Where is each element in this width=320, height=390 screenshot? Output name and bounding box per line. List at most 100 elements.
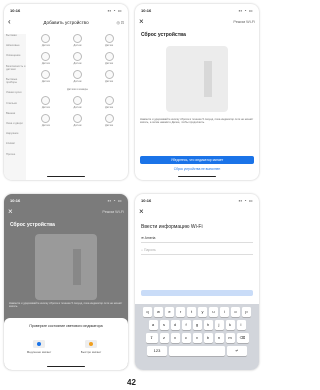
- home-indicator: [47, 365, 85, 367]
- device-label: Датчик: [105, 80, 114, 83]
- device-tile[interactable]: Датчик: [97, 114, 121, 127]
- mode-link[interactable]: Режим Wi-Fi: [233, 20, 255, 24]
- key[interactable]: s: [159, 320, 169, 330]
- reset-failed-link[interactable]: Сброс устройства не выполнен: [135, 167, 259, 171]
- next-button[interactable]: [141, 290, 253, 296]
- device-tile[interactable]: Датчик: [65, 52, 89, 65]
- close-icon[interactable]: ×: [8, 208, 13, 216]
- sidebar-item[interactable]: Прочее: [6, 153, 26, 156]
- status-bar: 10:16 ▪▪ ◔ ▭: [141, 197, 253, 205]
- sidebar-item[interactable]: Освещение: [6, 54, 26, 57]
- top-bar: ×: [139, 208, 255, 218]
- key[interactable]: y: [198, 307, 207, 317]
- numbers-key[interactable]: 123: [147, 346, 167, 356]
- device-label: Датчик: [105, 106, 114, 109]
- sidebar-item[interactable]: Климат: [6, 142, 26, 145]
- screen-reset-device: 10:16 ▪▪ ◔ ▭ × Режим Wi-Fi Сброс устройс…: [135, 4, 259, 180]
- key[interactable]: q: [143, 307, 152, 317]
- key[interactable]: i: [220, 307, 229, 317]
- option-fast-blink[interactable]: Быстро мигает: [76, 340, 106, 354]
- device-icon: [41, 52, 51, 61]
- signal-icon: ▪▪ ◔ ▭: [107, 8, 122, 13]
- page-title: Ввести информацию Wi-Fi: [141, 224, 203, 230]
- sidebar-item[interactable]: Спальня: [6, 102, 26, 105]
- key[interactable]: a: [148, 320, 158, 330]
- sidebar-item[interactable]: Шлюзовые: [6, 44, 26, 47]
- key[interactable]: x: [170, 333, 180, 343]
- screen-reset-sheet: 10:16 ▪▪ ◔ ▭ × Режим Wi-Fi Сброс устройс…: [4, 194, 128, 370]
- device-label: Датчик: [105, 44, 114, 47]
- device-tile[interactable]: Датчик: [34, 70, 58, 83]
- key[interactable]: k: [225, 320, 235, 330]
- key[interactable]: g: [192, 320, 202, 330]
- key[interactable]: e: [165, 307, 174, 317]
- sidebar-item[interactable]: Бытовые приборы: [6, 78, 26, 84]
- key[interactable]: f: [181, 320, 191, 330]
- key[interactable]: h: [203, 320, 213, 330]
- sidebar-item[interactable]: Ванная: [6, 112, 26, 115]
- key[interactable]: j: [214, 320, 224, 330]
- key[interactable]: o: [231, 307, 240, 317]
- key[interactable]: u: [209, 307, 218, 317]
- confirm-button[interactable]: Убедитесь, что индикатор мигает: [140, 156, 254, 164]
- device-tile[interactable]: Датчик: [97, 52, 121, 65]
- device-tile[interactable]: Датчик: [34, 114, 58, 127]
- key[interactable]: v: [192, 333, 202, 343]
- device-icon: [104, 52, 114, 61]
- device-icon: [104, 34, 114, 43]
- wifi-password-field[interactable]: ⌂ Пароль: [141, 246, 253, 255]
- router-illustration: [35, 234, 97, 300]
- key[interactable]: z: [159, 333, 169, 343]
- device-tile[interactable]: Датчик: [65, 34, 89, 47]
- device-tile[interactable]: Датчик: [97, 34, 121, 47]
- status-bar: 10:16 ▪▪ ◔ ▭: [10, 7, 122, 15]
- grid-row: Датчик Датчик Датчик: [30, 34, 125, 47]
- sheet-title: Проверьте состояние светового индикатора: [29, 324, 103, 328]
- scan-icon[interactable]: ◎ ⊡: [116, 20, 124, 25]
- key[interactable]: l: [236, 320, 246, 330]
- device-tile[interactable]: Датчик: [97, 70, 121, 83]
- space-key[interactable]: [169, 346, 225, 356]
- device-tile[interactable]: Датчик: [97, 96, 121, 109]
- key[interactable]: d: [170, 320, 180, 330]
- device-tile[interactable]: Датчик: [65, 70, 89, 83]
- device-tile[interactable]: Датчик: [34, 96, 58, 109]
- close-icon[interactable]: ×: [139, 208, 144, 216]
- sidebar-item[interactable]: Бытовая: [6, 34, 26, 37]
- key[interactable]: r: [176, 307, 185, 317]
- wifi-icon: ≋: [141, 236, 144, 240]
- status-bar: 10:16 ▪▪ ◔ ▭: [141, 7, 253, 15]
- device-icon: [41, 114, 51, 123]
- key[interactable]: m: [225, 333, 235, 343]
- sidebar-item[interactable]: Безопасность и датчики: [6, 65, 26, 71]
- device-tile[interactable]: Датчик: [65, 114, 89, 127]
- key[interactable]: w: [154, 307, 163, 317]
- return-key[interactable]: ↵: [227, 346, 247, 356]
- keyboard-row: a s d f g h j k l: [135, 320, 259, 330]
- sidebar-item[interactable]: Окна и двери: [6, 122, 26, 125]
- shift-key[interactable]: ⇧: [145, 333, 158, 343]
- close-icon[interactable]: ×: [139, 18, 144, 26]
- home-indicator: [47, 175, 85, 177]
- device-icon: [41, 96, 51, 105]
- key[interactable]: n: [214, 333, 224, 343]
- mode-link[interactable]: Режим Wi-Fi: [102, 210, 124, 214]
- fast-blink-icon: [85, 340, 97, 348]
- grid-row: Датчик Датчик Датчик: [30, 70, 125, 83]
- page-number: 42: [127, 378, 136, 387]
- key[interactable]: p: [242, 307, 251, 317]
- backspace-key[interactable]: ⌫: [236, 333, 249, 343]
- device-tile[interactable]: Датчик: [65, 96, 89, 109]
- key[interactable]: b: [203, 333, 213, 343]
- device-tile[interactable]: Датчик: [34, 34, 58, 47]
- option-slow-blink[interactable]: Медленно мигает: [24, 340, 54, 354]
- key[interactable]: c: [181, 333, 191, 343]
- key[interactable]: t: [187, 307, 196, 317]
- device-label: Датчик: [41, 80, 50, 83]
- device-grid: Датчик Датчик Датчик Датчик Датчик Датчи…: [30, 34, 125, 132]
- indicator-sheet: Проверьте состояние светового индикатора…: [4, 318, 128, 370]
- sidebar-item[interactable]: Умная кухня: [6, 91, 26, 94]
- sidebar-item[interactable]: Наружное: [6, 132, 26, 135]
- wifi-ssid-field[interactable]: ≋ Ameria: [141, 234, 253, 243]
- device-tile[interactable]: Датчик: [34, 52, 58, 65]
